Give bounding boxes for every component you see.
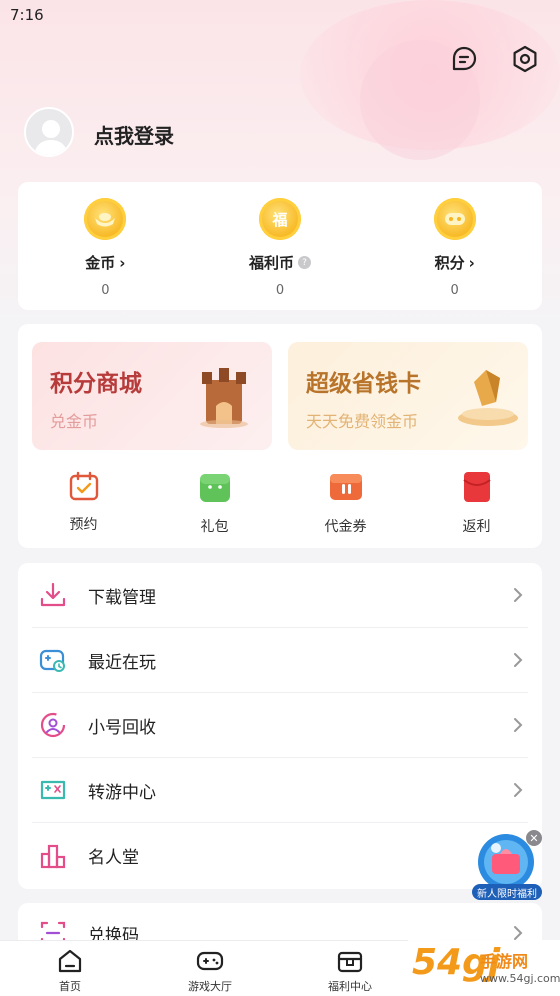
recent-game-icon xyxy=(38,645,68,675)
message-button[interactable] xyxy=(447,42,481,76)
menu-label: 转游中心 xyxy=(88,782,156,803)
account-recycle-icon xyxy=(38,710,68,740)
voucher-icon xyxy=(329,474,362,500)
menu-label: 小号回收 xyxy=(88,717,156,738)
gamepad-icon xyxy=(196,951,224,971)
red-envelope-icon xyxy=(462,472,491,502)
status-time: 7:16 xyxy=(10,6,44,24)
wallet-welfare[interactable]: 福 福利币 ? 0 xyxy=(193,182,368,310)
wallet-label: 福利币 xyxy=(249,254,295,272)
newcomer-promo-label: 新人限时福利 xyxy=(472,884,542,900)
points-icon xyxy=(433,198,476,240)
wallet-value: 0 xyxy=(275,283,285,298)
watermark-url: www.54gj.com xyxy=(480,972,560,985)
menu-item-recent[interactable]: 最近在玩 xyxy=(32,628,528,693)
nav-label: 游戏大厅 xyxy=(188,980,232,993)
menu-label: 名人堂 xyxy=(88,848,139,868)
chevron-right-icon: › xyxy=(119,253,126,272)
nav-welfare-center[interactable]: 福利中心 xyxy=(280,941,420,996)
nav-label: 福利中心 xyxy=(328,980,372,993)
menu-item-recycle[interactable]: 小号回收 xyxy=(32,693,528,758)
help-icon[interactable]: ? xyxy=(298,256,312,269)
menu-label: 下载管理 xyxy=(88,587,156,608)
menu-list: 下载管理 最近在玩 小号回收 转游中心 名人堂 xyxy=(18,563,542,889)
shortcut-rebate[interactable]: 返利 xyxy=(411,470,542,536)
welfare-coin-icon: 福 xyxy=(259,198,301,240)
settings-button[interactable] xyxy=(508,42,542,76)
nav-label: 首页 xyxy=(59,980,81,993)
promo-card: 积分商城 兑金币 超级省钱卡 天天免费领金币 预约 礼包 代金券 返利 xyxy=(18,324,542,548)
welfare-center-icon xyxy=(337,951,363,973)
gold-diamond-icon xyxy=(458,370,518,426)
castle-icon xyxy=(200,368,248,428)
shortcut-voucher[interactable]: 代金券 xyxy=(280,470,411,536)
menu-item-hall-of-fame[interactable]: 名人堂 xyxy=(32,823,528,888)
chevron-right-icon xyxy=(514,926,523,940)
chevron-right-icon xyxy=(514,588,523,602)
menu-item-transfer[interactable]: 转游中心 xyxy=(32,758,528,823)
menu-label: 最近在玩 xyxy=(88,652,156,673)
shortcut-reserve[interactable]: 预约 xyxy=(18,470,149,536)
avatar[interactable] xyxy=(24,107,74,157)
shortcut-gift[interactable]: 礼包 xyxy=(149,470,280,536)
shortcut-label: 礼包 xyxy=(200,519,229,535)
download-icon xyxy=(38,580,68,610)
watermark-text: 手游网 xyxy=(480,952,529,971)
settings-icon xyxy=(513,45,537,73)
coin-icon xyxy=(84,198,127,240)
chevron-right-icon xyxy=(514,718,523,732)
nav-game-hall[interactable]: 游戏大厅 xyxy=(140,941,280,996)
wallet-label: 积分 xyxy=(434,254,465,272)
message-icon xyxy=(452,46,477,71)
shortcut-row: 预约 礼包 代金券 返利 xyxy=(18,470,542,536)
wallet-value: 0 xyxy=(450,283,459,298)
chevron-right-icon xyxy=(514,783,523,797)
shortcut-label: 返利 xyxy=(462,519,491,535)
login-link[interactable]: 点我登录 xyxy=(94,120,174,149)
hall-of-fame-icon xyxy=(38,841,68,871)
wallet-points[interactable]: 积分 › 0 xyxy=(367,182,542,310)
menu-item-download[interactable]: 下载管理 xyxy=(32,563,528,628)
wallet-gold[interactable]: 金币 › 0 xyxy=(18,182,193,310)
wallet-value: 0 xyxy=(101,283,110,298)
points-mall-banner[interactable]: 积分商城 兑金币 xyxy=(32,342,272,450)
chevron-right-icon xyxy=(514,653,523,667)
saving-card-banner[interactable]: 超级省钱卡 天天免费领金币 xyxy=(288,342,528,450)
chevron-right-icon: › xyxy=(468,253,475,272)
wallet-label: 金币 xyxy=(85,254,116,272)
nav-home[interactable]: 首页 xyxy=(0,941,140,996)
wallet-card: 金币 › 0 福 福利币 ? 0 积分 › 0 xyxy=(18,182,542,310)
status-bar: 7:16 xyxy=(0,0,560,30)
transfer-game-icon xyxy=(38,775,68,805)
shortcut-label: 代金券 xyxy=(324,519,367,535)
home-icon xyxy=(58,949,82,973)
gift-icon xyxy=(199,474,230,502)
welfare-coin-badge: 福 xyxy=(272,210,288,229)
shortcut-label: 预约 xyxy=(69,517,98,533)
close-icon[interactable]: ✕ xyxy=(526,830,542,846)
watermark-logo: 54gj 手游网 www.54gj.com xyxy=(408,940,560,996)
calendar-icon xyxy=(69,471,98,501)
